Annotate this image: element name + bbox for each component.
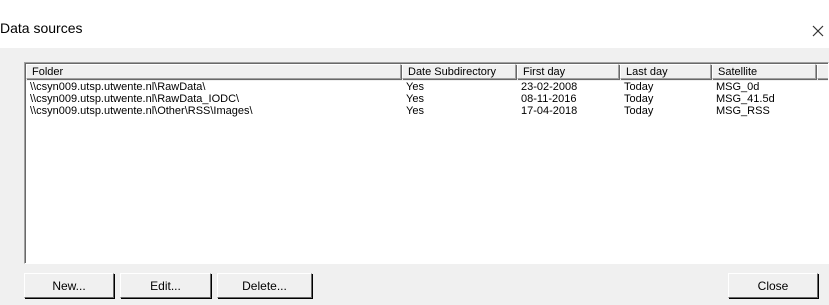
list-row[interactable]: \\csyn009.utsp.utwente.nl\Other\RSS\Imag… [26,105,828,117]
edit-button[interactable]: Edit... [120,273,211,298]
window-title: Data sources [0,20,83,36]
satellite-cell: MSG_41.5d [716,93,775,105]
satellite-cell: MSG_RSS [716,105,770,117]
column-header-filler [817,64,828,79]
satellite-cell: MSG_0d [716,81,760,93]
column-header-date-subdirectory[interactable]: Date Subdirectory [402,64,516,79]
last-day-cell: Today [624,81,654,93]
column-header-last-day[interactable]: Last day [620,64,711,79]
list-row[interactable]: \\csyn009.utsp.utwente.nl\RawData_IODC\ … [26,93,828,105]
last-day-cell: Today [624,105,654,117]
last-day-cell: Today [624,93,654,105]
folder-cell: \\csyn009.utsp.utwente.nl\Other\RSS\Imag… [30,105,253,117]
date-subdirectory-cell: Yes [406,105,424,117]
date-subdirectory-cell: Yes [406,81,424,93]
new-button[interactable]: New... [24,273,114,298]
first-day-cell: 08-11-2016 [521,93,577,105]
list-rows: \\csyn009.utsp.utwente.nl\RawData\ Yes 2… [26,81,828,117]
dialog-client-area: Folder Date Subdirectory First day Last … [0,48,829,305]
column-header-folder[interactable]: Folder [26,64,401,79]
column-header-satellite[interactable]: Satellite [712,64,816,79]
first-day-cell: 17-04-2018 [521,105,578,117]
close-button[interactable]: Close [728,273,818,298]
first-day-cell: 23-02-2008 [521,81,578,93]
data-sources-list[interactable]: Folder Date Subdirectory First day Last … [24,62,829,264]
folder-cell: \\csyn009.utsp.utwente.nl\RawData_IODC\ [30,93,240,105]
data-sources-dialog: Data sources Folder Date Subdirectory Fi… [0,0,829,305]
list-row[interactable]: \\csyn009.utsp.utwente.nl\RawData\ Yes 2… [26,81,828,93]
folder-cell: \\csyn009.utsp.utwente.nl\RawData\ [30,81,206,93]
close-icon[interactable] [811,24,825,38]
column-header-first-day[interactable]: First day [517,64,619,79]
list-header: Folder Date Subdirectory First day Last … [26,64,828,81]
delete-button[interactable]: Delete... [217,273,312,298]
date-subdirectory-cell: Yes [406,93,424,105]
